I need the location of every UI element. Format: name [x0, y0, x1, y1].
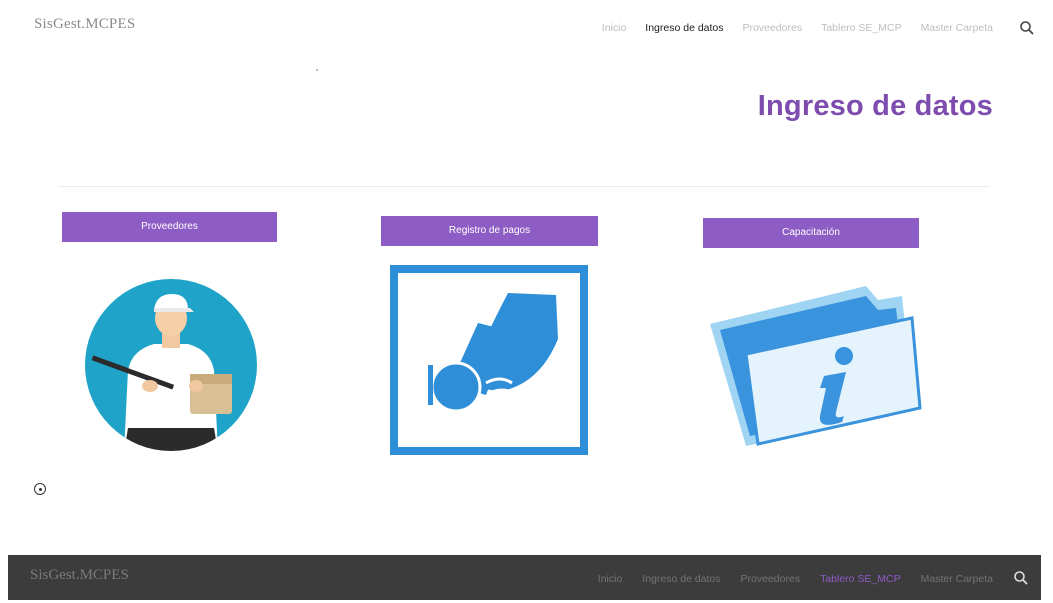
footer-nav-item-proveedores[interactable]: Proveedores: [741, 573, 801, 585]
section-divider: [58, 186, 990, 187]
footer-search-icon[interactable]: [1011, 568, 1031, 588]
nav-item-master-carpeta[interactable]: Master Carpeta: [921, 22, 993, 34]
footer-brand[interactable]: SisGest.MCPES: [30, 567, 129, 584]
main-nav: Inicio Ingreso de datos Proveedores Tabl…: [602, 22, 993, 34]
nav-item-inicio[interactable]: Inicio: [602, 22, 627, 34]
delivery-person-icon[interactable]: [84, 278, 258, 452]
stray-dot: [316, 69, 318, 71]
proveedores-button[interactable]: Proveedores: [62, 212, 277, 242]
nav-item-proveedores[interactable]: Proveedores: [743, 22, 803, 34]
footer-navbar: SisGest.MCPES Inicio Ingreso de datos Pr…: [8, 555, 1041, 600]
payment-card-icon[interactable]: [390, 265, 588, 455]
footer-nav-item-tablero[interactable]: Tablero SE_MCP: [820, 573, 901, 585]
search-icon[interactable]: [1017, 18, 1037, 38]
page-title: Ingreso de datos: [757, 90, 993, 122]
scroll-to-top-icon[interactable]: [34, 483, 46, 495]
nav-item-tablero[interactable]: Tablero SE_MCP: [821, 22, 902, 34]
site-brand[interactable]: SisGest.MCPES: [34, 16, 135, 33]
capacitacion-button[interactable]: Capacitación: [703, 218, 919, 248]
registro-de-pagos-button[interactable]: Registro de pagos: [381, 216, 598, 246]
footer-nav-item-master-carpeta[interactable]: Master Carpeta: [921, 573, 993, 585]
info-folder-icon[interactable]: [706, 280, 924, 448]
footer-nav-item-ingreso-de-datos[interactable]: Ingreso de datos: [642, 573, 720, 585]
footer-nav-item-inicio[interactable]: Inicio: [598, 573, 623, 585]
footer-nav: Inicio Ingreso de datos Proveedores Tabl…: [598, 573, 993, 585]
nav-item-ingreso-de-datos[interactable]: Ingreso de datos: [645, 22, 723, 34]
top-navbar: SisGest.MCPES Inicio Ingreso de datos Pr…: [0, 0, 1053, 56]
